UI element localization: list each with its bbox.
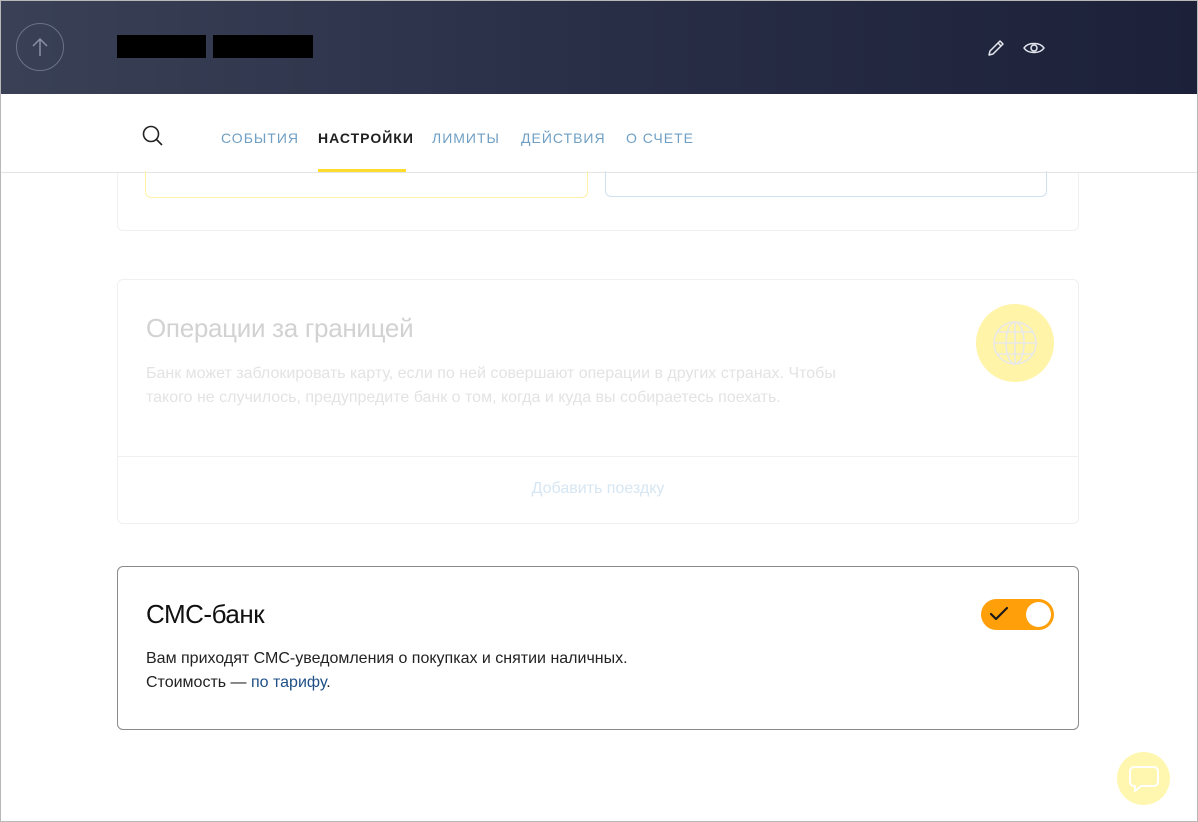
pencil-icon [988,40,1004,56]
abroad-title: Операции за границей [146,313,414,343]
tab-limits[interactable]: Лимиты [432,130,500,146]
chat-button[interactable] [1117,752,1170,805]
eye-icon [1023,42,1045,54]
view-button[interactable] [1023,37,1045,59]
abroad-description: Банк может заблокировать карту, если по … [146,365,836,406]
chat-bubble-icon [1128,765,1159,792]
abroad-operations-card: Операции за границей Банк может заблокир… [117,279,1079,524]
add-trip-button[interactable]: Добавить поездку [118,480,1078,498]
cost-suffix: . [326,674,331,691]
sms-title: СМС-банк [146,599,265,629]
search-icon [142,125,163,146]
redacted-title-part-1 [117,35,206,58]
sms-toggle[interactable] [981,599,1054,630]
tab-events[interactable]: События [221,130,299,146]
option-tile-yellow[interactable] [145,171,588,198]
scroll-up-button[interactable] [16,23,64,71]
tab-bar: События Настройки Лимиты Действия О счет… [1,94,1197,173]
arrow-up-icon [32,37,48,56]
edit-button[interactable] [985,37,1007,59]
sms-cost-line: Стоимость — по тарифу. [146,671,628,695]
top-bar [1,1,1197,94]
option-tile-blue[interactable] [605,171,1047,197]
tariff-link[interactable]: по тарифу [251,674,326,691]
globe-icon [993,321,1037,365]
tab-about-account[interactable]: О счете [626,130,694,146]
sms-description: Вам приходят СМС-уведомления о покупках … [146,647,628,695]
checkmark-icon [989,606,1009,621]
sms-line-1: Вам приходят СМС-уведомления о покупках … [146,650,628,667]
tab-actions[interactable]: Действия [521,130,606,146]
card-divider [118,456,1078,457]
cost-prefix: Стоимость — [146,674,251,691]
redacted-title-part-2 [213,35,313,58]
sms-bank-card: СМС-банк Вам приходят СМС-уведомления о … [117,566,1079,730]
toggle-knob [1026,602,1051,627]
globe-badge [976,304,1054,382]
search-button[interactable] [141,124,165,148]
tab-settings[interactable]: Настройки [318,130,414,146]
